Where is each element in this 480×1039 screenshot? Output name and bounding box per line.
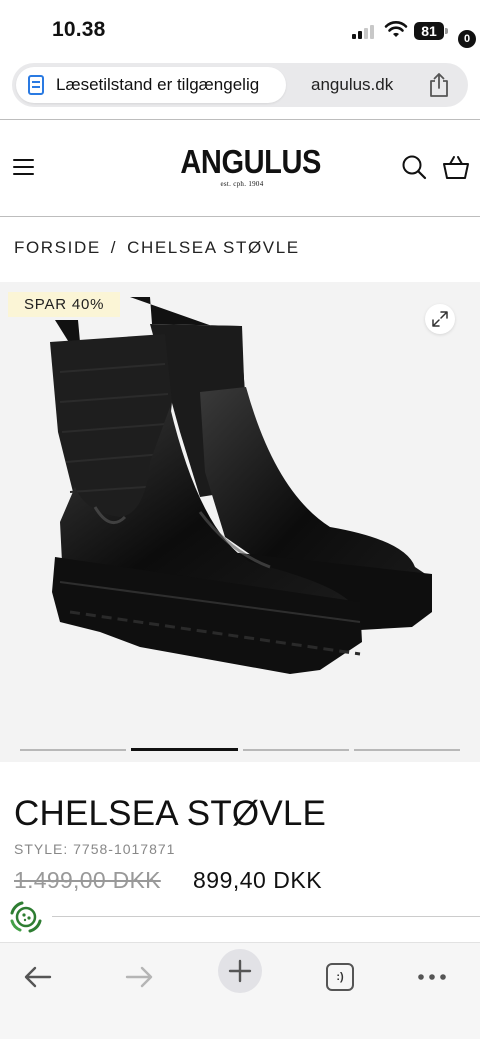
divider (0, 216, 480, 217)
status-time: 10.38 (52, 18, 106, 41)
image-slider-indicator[interactable] (20, 748, 460, 752)
expand-icon (432, 311, 448, 327)
battery-icon: 81 (414, 22, 448, 40)
product-image-gallery[interactable]: SPAR 40% (0, 282, 480, 762)
slider-dot-active[interactable] (131, 748, 238, 751)
back-arrow-icon (24, 966, 52, 988)
url-bar[interactable]: Læsetilstand er tilgængelig angulus.dk (12, 63, 468, 107)
cart-icon[interactable] (441, 152, 471, 180)
url-domain[interactable]: angulus.dk (311, 75, 393, 95)
site-logo[interactable]: ANGULUS est. cph. 1904 (172, 143, 321, 189)
tabs-button[interactable]: :) (320, 957, 360, 997)
breadcrumb-home[interactable]: FORSIDE (14, 238, 101, 258)
status-bar: 10.38 81 (0, 0, 480, 62)
browser-toolbar: :) (0, 942, 480, 1039)
divider (52, 916, 480, 917)
product-style-number: STYLE: 7758-1017871 (14, 841, 176, 857)
plus-icon (228, 959, 252, 983)
more-icon (418, 974, 446, 980)
wifi-icon (384, 21, 408, 37)
original-price: 1.499,00 DKK (14, 867, 161, 893)
forward-arrow-icon (125, 966, 153, 988)
slider-dot[interactable] (20, 749, 127, 751)
battery-level: 81 (414, 22, 444, 40)
forward-button[interactable] (119, 957, 159, 997)
more-button[interactable] (412, 957, 452, 997)
hamburger-menu-icon[interactable] (13, 159, 34, 175)
logo-subtext: est. cph. 1904 (220, 180, 264, 188)
breadcrumb-current: CHELSEA STØVLE (127, 238, 300, 257)
slider-dot[interactable] (242, 749, 349, 751)
logo-text: ANGULUS (180, 143, 321, 180)
product-title: CHELSEA STØVLE (14, 794, 327, 833)
cookie-consent-icon[interactable] (8, 899, 44, 935)
reader-mode-button[interactable]: Læsetilstand er tilgængelig (16, 67, 286, 103)
back-button[interactable] (18, 957, 58, 997)
breadcrumb-separator: / (110, 238, 118, 257)
site-header: ANGULUS est. cph. 1904 (0, 120, 480, 216)
tabs-icon-label: :) (336, 971, 344, 983)
cart-count-badge[interactable]: 0 (458, 30, 476, 48)
slider-dot[interactable] (353, 749, 460, 751)
new-tab-button[interactable] (218, 949, 262, 993)
sale-price: 899,40 DKK (193, 867, 323, 893)
search-icon[interactable] (401, 154, 427, 180)
product-image (50, 297, 432, 674)
reader-mode-label: Læsetilstand er tilgængelig (56, 75, 260, 94)
sale-badge: SPAR 40% (8, 292, 121, 317)
zoom-button[interactable] (425, 304, 455, 334)
share-icon[interactable] (427, 72, 451, 98)
reader-mode-icon (28, 75, 44, 95)
signal-icon (352, 24, 376, 39)
breadcrumb: FORSIDE / CHELSEA STØVLE (14, 238, 300, 258)
